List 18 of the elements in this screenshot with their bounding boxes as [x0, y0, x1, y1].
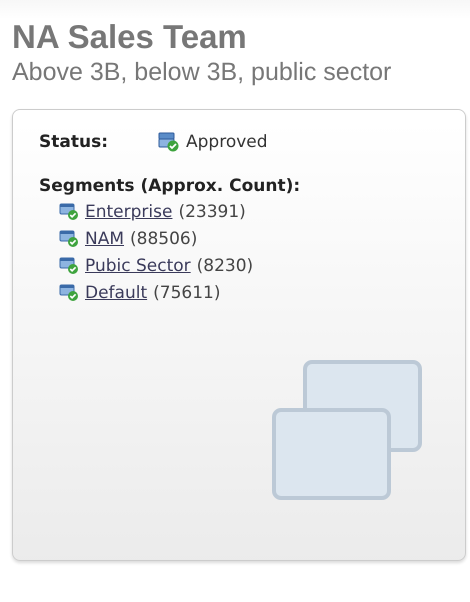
segment-count: (23391): [178, 202, 246, 222]
page-subtitle: Above 3B, below 3B, public sector: [12, 58, 392, 87]
segment-icon: [59, 257, 79, 275]
segment-link[interactable]: Pubic Sector: [85, 256, 191, 276]
segments-heading: Segments (Approx. Count):: [39, 176, 302, 196]
segment-count: (8230): [196, 256, 254, 276]
segment-link[interactable]: Default: [85, 283, 148, 303]
segment-icon: [59, 284, 79, 302]
segment-link[interactable]: NAM: [85, 229, 124, 249]
segment-icon: [59, 203, 79, 221]
segment-icon: [59, 230, 79, 248]
approved-icon: [158, 132, 180, 152]
segment-count: (88506): [130, 229, 198, 249]
status-label: Status:: [39, 132, 108, 152]
page-title: NA Sales Team: [12, 18, 248, 56]
status-value: Approved: [186, 132, 268, 152]
segment-count: (75611): [153, 283, 220, 303]
segment-link[interactable]: Enterprise: [85, 202, 172, 222]
